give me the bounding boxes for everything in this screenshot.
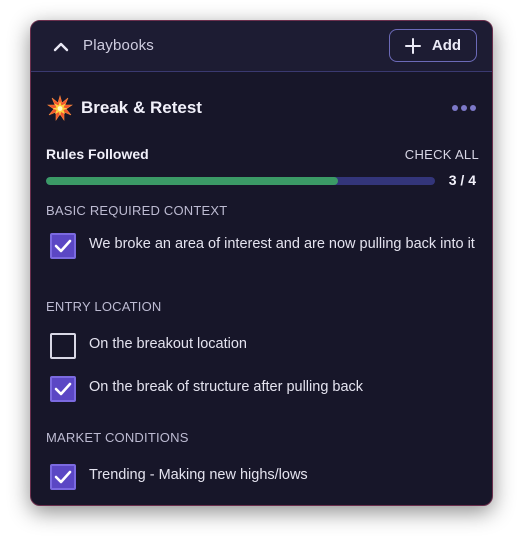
panel-header: Playbooks Add: [31, 21, 492, 72]
more-horizontal-icon[interactable]: [451, 103, 477, 113]
rule-checkbox[interactable]: [50, 464, 76, 490]
chevron-up-icon[interactable]: [52, 38, 70, 56]
rule-checkbox[interactable]: [50, 376, 76, 402]
rules-progress-fill: [46, 177, 338, 185]
checkmark-icon: [54, 382, 72, 396]
playbook-name: Break & Retest: [81, 98, 202, 117]
rule-text: Trending - Making new highs/lows: [89, 467, 308, 483]
checkmark-icon: [54, 239, 72, 253]
rules-followed-label: Rules Followed: [46, 146, 149, 162]
rule-checkbox[interactable]: [50, 333, 76, 359]
rules-progress-bar: [46, 177, 435, 185]
rule-text: On the breakout location: [89, 336, 247, 352]
section-heading-market-conditions: MARKET CONDITIONS: [46, 430, 189, 445]
rules-progress-count: 3 / 4: [448, 172, 476, 188]
checkmark-icon: [54, 470, 72, 484]
section-heading-entry-location: ENTRY LOCATION: [46, 299, 162, 314]
panel-title: Playbooks: [83, 37, 155, 54]
section-heading-basic-context: BASIC REQUIRED CONTEXT: [46, 203, 228, 218]
plus-icon: [404, 37, 421, 54]
rule-text: On the break of structure after pulling …: [89, 379, 364, 395]
add-playbook-button[interactable]: Add: [389, 29, 477, 62]
explosion-icon: [47, 95, 73, 121]
playbooks-panel: Playbooks Add Break & Retest Rules Follo…: [30, 20, 493, 506]
check-all-button[interactable]: CHECK ALL: [405, 147, 479, 162]
add-button-label: Add: [431, 37, 462, 54]
rule-checkbox[interactable]: [50, 233, 76, 259]
rule-text: We broke an area of interest and are now…: [89, 236, 475, 252]
playbook-title-row: Break & Retest: [47, 95, 477, 121]
